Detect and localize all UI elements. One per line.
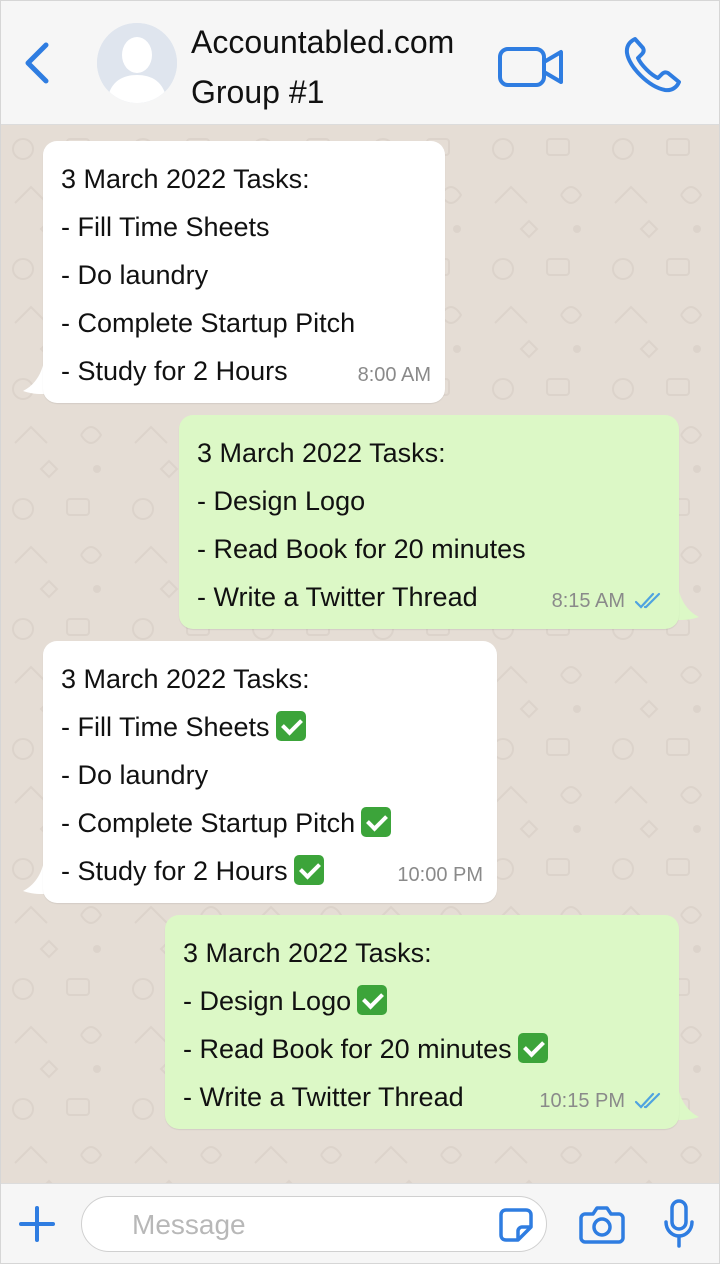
sticker-icon xyxy=(499,1208,533,1242)
message-line: 3 March 2022 Tasks: xyxy=(183,929,661,977)
message-line: - Do laundry xyxy=(61,260,209,290)
chevron-left-icon xyxy=(25,42,49,84)
read-double-check-icon xyxy=(635,1092,661,1109)
attach-button[interactable] xyxy=(15,1202,59,1246)
message-line: - Design Logo xyxy=(183,977,661,1025)
group-avatar[interactable] xyxy=(97,23,177,103)
message-input[interactable] xyxy=(132,1203,492,1247)
camera-icon xyxy=(579,1206,625,1244)
message-line-text: 3 March 2022 Tasks: xyxy=(183,938,432,968)
microphone-icon xyxy=(664,1199,694,1248)
message-line: - Read Book for 20 minutes xyxy=(197,534,526,564)
chat-title[interactable]: Accountabled.com Group #1 xyxy=(191,17,454,117)
chat-title-line1: Accountabled.com xyxy=(191,24,455,60)
message-line: 3 March 2022 Tasks: xyxy=(61,164,310,194)
message-line-text: - Complete Startup Pitch xyxy=(61,808,356,838)
message-line: 3 March 2022 Tasks: xyxy=(197,438,446,468)
back-button[interactable] xyxy=(17,39,57,87)
message-list[interactable]: 3 March 2022 Tasks: - Fill Time Sheets -… xyxy=(1,125,719,1183)
video-call-button[interactable] xyxy=(497,45,565,89)
check-mark-emoji-icon xyxy=(517,1033,548,1063)
message-meta: 10:00 PM xyxy=(397,863,483,887)
message-line: - Read Book for 20 minutes xyxy=(183,1025,661,1073)
message-time: 8:15 AM xyxy=(551,590,625,612)
message-bubble-incoming[interactable]: 3 March 2022 Tasks: - Fill Time Sheets -… xyxy=(43,641,497,903)
chat-title-line2: Group #1 xyxy=(191,74,325,110)
message-line-text: - Study for 2 Hours xyxy=(61,856,288,886)
voice-record-button[interactable] xyxy=(663,1198,695,1250)
message-time: 8:00 AM xyxy=(357,364,431,386)
default-avatar-icon xyxy=(97,23,177,103)
chat-header: Accountabled.com Group #1 xyxy=(1,1,719,125)
message-line: - Complete Startup Pitch xyxy=(61,799,479,847)
plus-icon xyxy=(19,1206,55,1242)
message-meta: 8:15 AM xyxy=(552,589,665,613)
message-line: - Fill Time Sheets xyxy=(61,212,270,242)
check-mark-emoji-icon xyxy=(275,711,306,741)
message-line-text: - Write a Twitter Thread xyxy=(183,1082,464,1112)
camera-button[interactable] xyxy=(579,1204,625,1244)
message-field xyxy=(81,1196,547,1252)
check-mark-emoji-icon xyxy=(361,807,392,837)
message-line: - Fill Time Sheets xyxy=(61,703,479,751)
message-bubble-outgoing[interactable]: 3 March 2022 Tasks: - Design Logo - Read… xyxy=(165,915,679,1129)
message-time: 10:00 PM xyxy=(397,864,483,886)
message-line-text: - Do laundry xyxy=(61,760,209,790)
message-line: - Complete Startup Pitch xyxy=(61,308,356,338)
message-time: 10:15 PM xyxy=(539,1090,625,1112)
check-mark-emoji-icon xyxy=(293,855,324,885)
message-line: 3 March 2022 Tasks: xyxy=(61,655,479,703)
message-line-text: - Fill Time Sheets xyxy=(61,712,270,742)
check-mark-emoji-icon xyxy=(357,985,388,1015)
sticker-button[interactable] xyxy=(498,1207,534,1243)
message-meta: 8:00 AM xyxy=(358,363,431,387)
chat-screen: Accountabled.com Group #1 3 March 2022 T… xyxy=(0,0,720,1264)
message-line: - Design Logo xyxy=(197,486,366,516)
voice-call-button[interactable] xyxy=(621,35,685,95)
message-bubble-incoming[interactable]: 3 March 2022 Tasks: - Fill Time Sheets -… xyxy=(43,141,445,403)
message-line-text: 3 March 2022 Tasks: xyxy=(61,664,310,694)
message-line: - Do laundry xyxy=(61,751,479,799)
phone-icon xyxy=(624,37,681,93)
message-line-text: - Read Book for 20 minutes xyxy=(183,1034,512,1064)
message-meta: 10:15 PM xyxy=(539,1089,665,1113)
read-double-check-icon xyxy=(635,592,661,609)
message-bubble-outgoing[interactable]: 3 March 2022 Tasks: - Design Logo - Read… xyxy=(179,415,679,629)
message-input-bar xyxy=(1,1183,719,1263)
video-camera-icon xyxy=(498,47,563,87)
message-line-text: - Design Logo xyxy=(183,986,352,1016)
